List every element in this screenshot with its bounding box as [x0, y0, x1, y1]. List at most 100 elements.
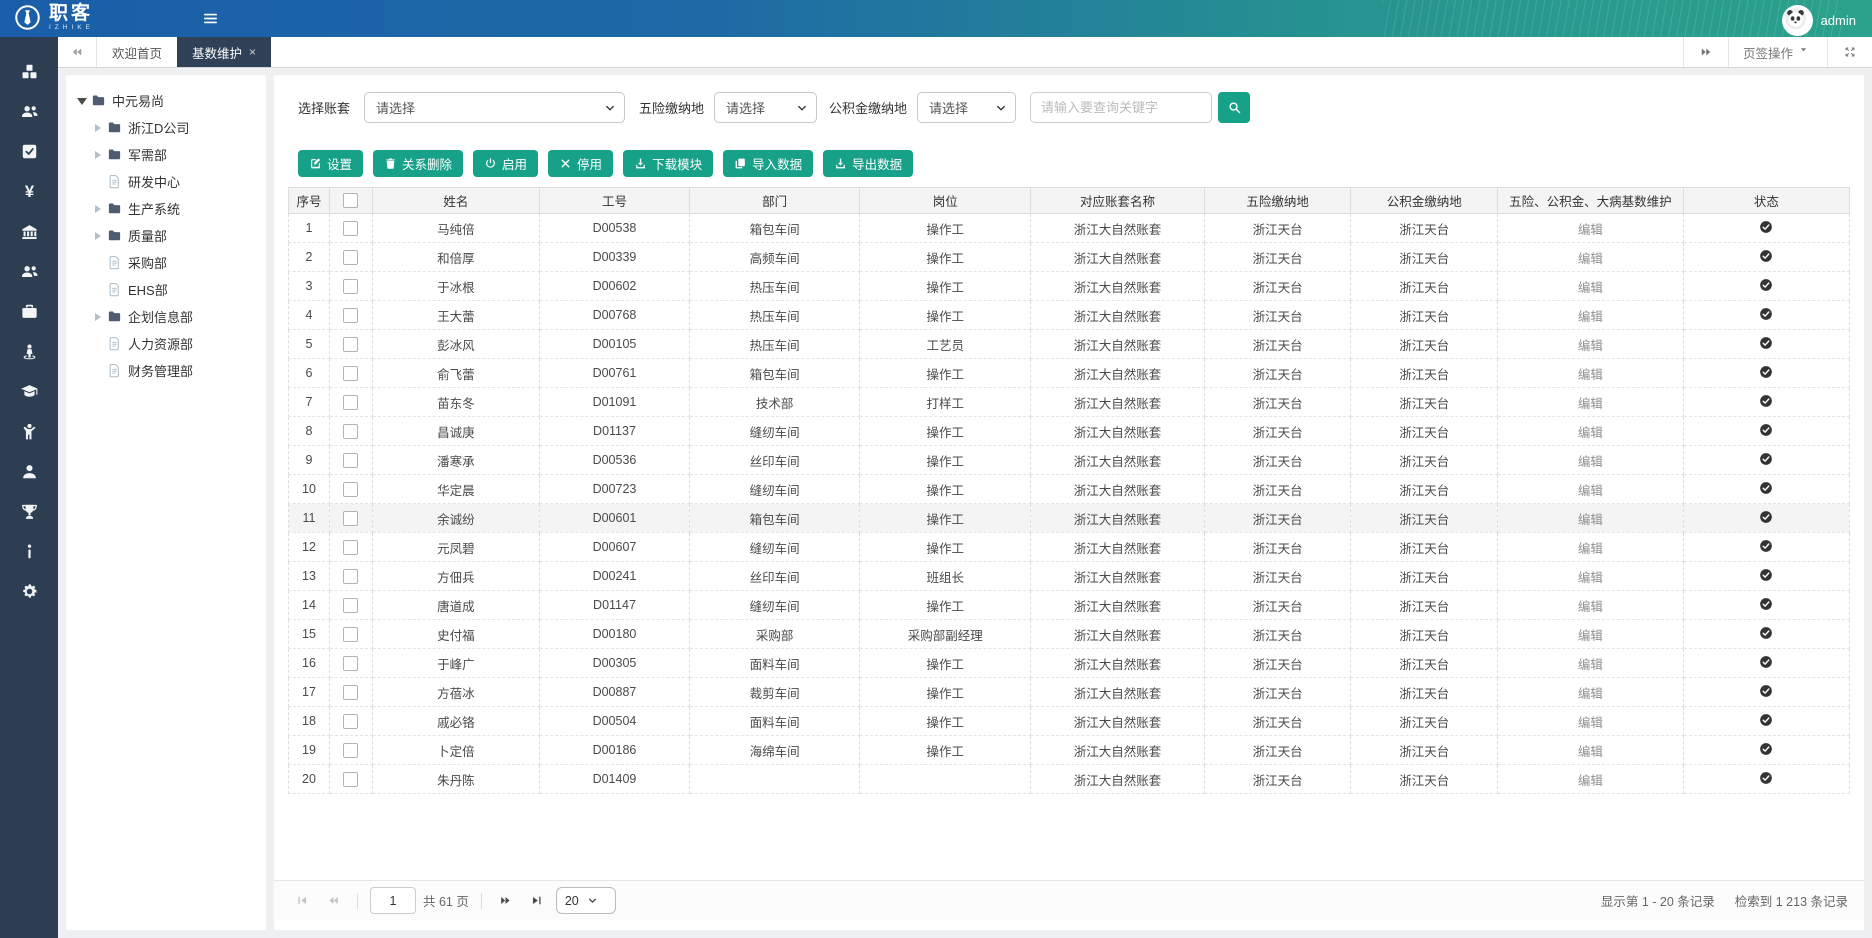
tree-item[interactable]: 人力资源部	[66, 330, 266, 357]
tab-scroll-right-button[interactable]	[1683, 37, 1728, 67]
edit-link[interactable]: 编辑	[1578, 774, 1603, 788]
enable-button[interactable]: 启用	[473, 150, 538, 177]
table-row[interactable]: 12元凤碧D00607缝纫车间操作工浙江大自然账套浙江天台浙江天台编辑	[289, 533, 1850, 562]
tree-item[interactable]: 采购部	[66, 249, 266, 276]
tree-item[interactable]: 企划信息部	[66, 303, 266, 330]
disable-button[interactable]: 停用	[548, 150, 613, 177]
page-size-select[interactable]: 20	[556, 887, 616, 914]
edit-link[interactable]: 编辑	[1578, 716, 1603, 730]
relation-delete-button[interactable]: 关系删除	[373, 150, 463, 177]
briefcase-icon[interactable]	[0, 291, 58, 331]
tree-item[interactable]: 中元易尚	[66, 87, 266, 114]
table-row[interactable]: 11余诚纷D00601箱包车间操作工浙江大自然账套浙江天台浙江天台编辑	[289, 504, 1850, 533]
caret-collapsed-icon[interactable]	[92, 121, 106, 135]
row-checkbox[interactable]	[343, 598, 358, 613]
row-checkbox[interactable]	[343, 685, 358, 700]
tree-item[interactable]: 研发中心	[66, 168, 266, 195]
yuan-icon[interactable]: ¥	[0, 171, 58, 211]
table-row[interactable]: 14唐道成D01147缝纫车间操作工浙江大自然账套浙江天台浙江天台编辑	[289, 591, 1850, 620]
tab-1[interactable]: 基数维护×	[177, 37, 271, 67]
edit-link[interactable]: 编辑	[1578, 600, 1603, 614]
insurance-place-select[interactable]: 请选择	[714, 92, 817, 123]
table-row[interactable]: 13方佃兵D00241丝印车间班组长浙江大自然账套浙江天台浙江天台编辑	[289, 562, 1850, 591]
row-checkbox[interactable]	[343, 540, 358, 555]
edit-link[interactable]: 编辑	[1578, 252, 1603, 266]
table-row[interactable]: 17方蓓冰D00887裁剪车间操作工浙江大自然账套浙江天台浙江天台编辑	[289, 678, 1850, 707]
table-row[interactable]: 18戚必铬D00504面料车间操作工浙江大自然账套浙江天台浙江天台编辑	[289, 707, 1850, 736]
row-checkbox[interactable]	[343, 221, 358, 236]
caret-collapsed-icon[interactable]	[92, 148, 106, 162]
group-icon[interactable]	[0, 251, 58, 291]
edit-link[interactable]: 编辑	[1578, 368, 1603, 382]
select-all-checkbox[interactable]	[343, 193, 358, 208]
cubes-icon[interactable]	[0, 51, 58, 91]
first-page-button[interactable]	[290, 889, 314, 913]
caret-collapsed-icon[interactable]	[92, 310, 106, 324]
prev-page-button[interactable]	[321, 889, 345, 913]
row-checkbox[interactable]	[343, 743, 358, 758]
fullscreen-button[interactable]	[1827, 37, 1872, 67]
edit-link[interactable]: 编辑	[1578, 745, 1603, 759]
edit-link[interactable]: 编辑	[1578, 397, 1603, 411]
row-checkbox[interactable]	[343, 772, 358, 787]
caret-expanded-icon[interactable]	[76, 94, 90, 108]
edit-link[interactable]: 编辑	[1578, 629, 1603, 643]
table-row[interactable]: 10华定晨D00723缝纫车间操作工浙江大自然账套浙江天台浙江天台编辑	[289, 475, 1850, 504]
account-select[interactable]: 请选择	[364, 92, 625, 123]
edit-link[interactable]: 编辑	[1578, 513, 1603, 527]
row-checkbox[interactable]	[343, 453, 358, 468]
table-row[interactable]: 7苗东冬D01091技术部打样工浙江大自然账套浙江天台浙江天台编辑	[289, 388, 1850, 417]
row-checkbox[interactable]	[343, 366, 358, 381]
import-data-button[interactable]: 导入数据	[723, 150, 813, 177]
row-checkbox[interactable]	[343, 656, 358, 671]
page-operations-dropdown[interactable]: 页签操作	[1728, 37, 1827, 67]
tree-item[interactable]: 军需部	[66, 141, 266, 168]
table-row[interactable]: 3于冰根D00602热压车间操作工浙江大自然账套浙江天台浙江天台编辑	[289, 272, 1850, 301]
user-menu[interactable]: admin	[1782, 5, 1856, 36]
table-row[interactable]: 16于峰广D00305面料车间操作工浙江大自然账套浙江天台浙江天台编辑	[289, 649, 1850, 678]
row-checkbox[interactable]	[343, 424, 358, 439]
group-icon[interactable]	[0, 91, 58, 131]
tree-item[interactable]: 浙江D公司	[66, 114, 266, 141]
edit-link[interactable]: 编辑	[1578, 571, 1603, 585]
row-checkbox[interactable]	[343, 482, 358, 497]
row-checkbox[interactable]	[343, 337, 358, 352]
caret-collapsed-icon[interactable]	[92, 202, 106, 216]
check-square-icon[interactable]	[0, 131, 58, 171]
table-row[interactable]: 9潘寒承D00536丝印车间操作工浙江大自然账套浙江天台浙江天台编辑	[289, 446, 1850, 475]
edit-link[interactable]: 编辑	[1578, 687, 1603, 701]
edit-link[interactable]: 编辑	[1578, 484, 1603, 498]
search-button[interactable]	[1218, 92, 1250, 123]
edit-link[interactable]: 编辑	[1578, 426, 1603, 440]
row-checkbox[interactable]	[343, 627, 358, 642]
row-checkbox[interactable]	[343, 250, 358, 265]
table-row[interactable]: 8昌诚庚D01137缝纫车间操作工浙江大自然账套浙江天台浙江天台编辑	[289, 417, 1850, 446]
edit-link[interactable]: 编辑	[1578, 223, 1603, 237]
tree-item[interactable]: 生产系统	[66, 195, 266, 222]
table-row[interactable]: 4王大蕾D00768热压车间操作工浙江大自然账套浙江天台浙江天台编辑	[289, 301, 1850, 330]
row-checkbox[interactable]	[343, 395, 358, 410]
person-arms-up-icon[interactable]	[0, 411, 58, 451]
edit-link[interactable]: 编辑	[1578, 281, 1603, 295]
cogs-icon[interactable]	[0, 571, 58, 611]
table-row[interactable]: 20朱丹陈D01409浙江大自然账套浙江天台浙江天台编辑	[289, 765, 1850, 794]
user-icon[interactable]	[0, 451, 58, 491]
page-number-input[interactable]	[370, 887, 416, 914]
tab-0[interactable]: 欢迎首页	[97, 37, 177, 67]
row-checkbox[interactable]	[343, 511, 358, 526]
row-checkbox[interactable]	[343, 569, 358, 584]
tab-close-icon[interactable]: ×	[249, 45, 256, 59]
trophy-icon[interactable]	[0, 491, 58, 531]
edit-link[interactable]: 编辑	[1578, 455, 1603, 469]
edit-link[interactable]: 编辑	[1578, 658, 1603, 672]
tab-scroll-left-button[interactable]	[58, 37, 97, 67]
next-page-button[interactable]	[494, 889, 518, 913]
fund-place-select[interactable]: 请选择	[917, 92, 1016, 123]
tree-item[interactable]: 财务管理部	[66, 357, 266, 384]
edit-link[interactable]: 编辑	[1578, 542, 1603, 556]
table-row[interactable]: 6俞飞蕾D00761箱包车间操作工浙江大自然账套浙江天台浙江天台编辑	[289, 359, 1850, 388]
table-row[interactable]: 1马纯倍D00538箱包车间操作工浙江大自然账套浙江天台浙江天台编辑	[289, 214, 1850, 243]
row-checkbox[interactable]	[343, 279, 358, 294]
tree-item[interactable]: EHS部	[66, 276, 266, 303]
street-view-icon[interactable]	[0, 331, 58, 371]
